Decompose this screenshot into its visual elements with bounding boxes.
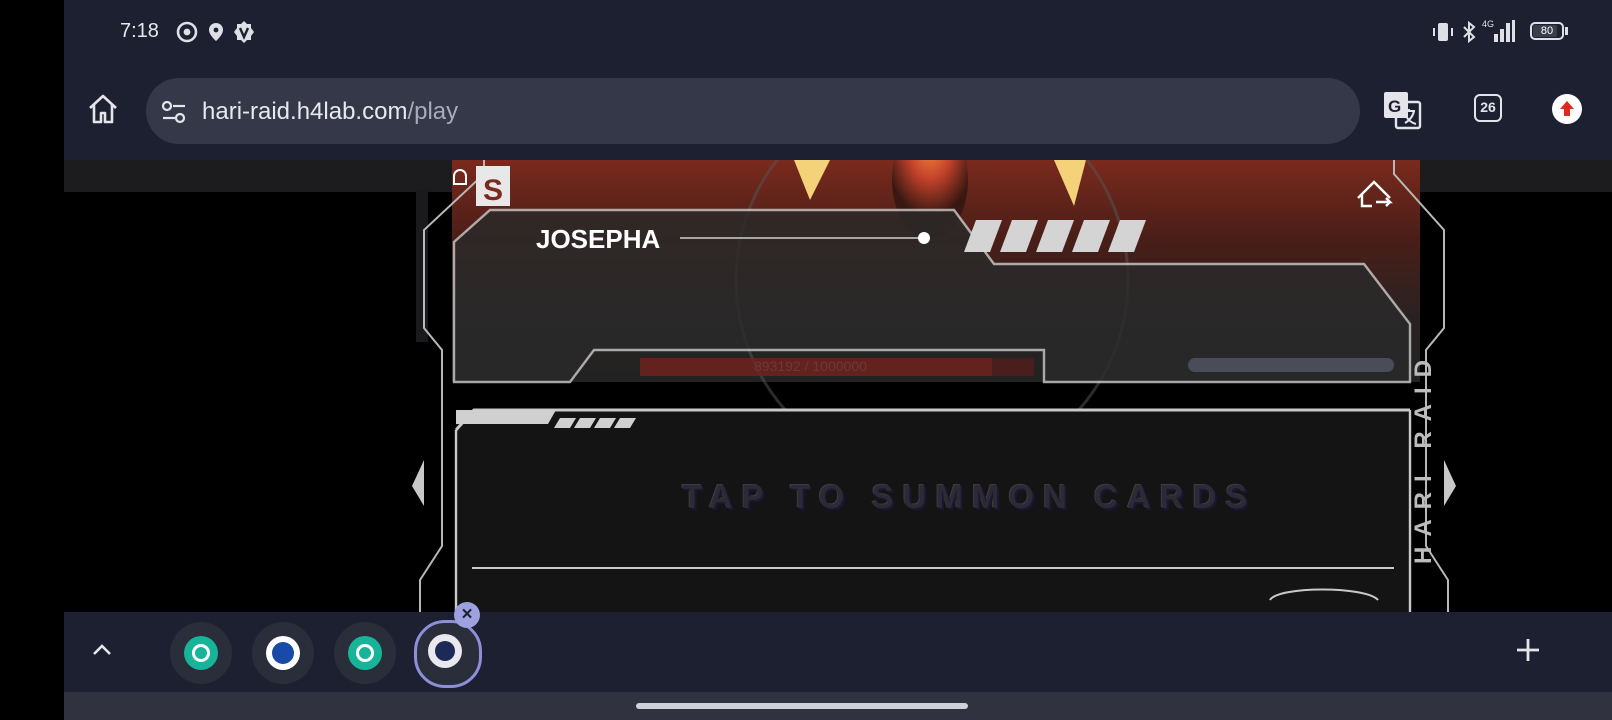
svg-text:G: G [1388, 97, 1401, 116]
battery-icon: 80 [1530, 22, 1564, 40]
site-settings-icon[interactable] [160, 98, 188, 126]
url-text[interactable]: hari-raid.h4lab.com/play [202, 98, 458, 126]
header-stripes [964, 220, 1146, 252]
v-badge-icon [234, 21, 254, 43]
close-tab-icon[interactable]: × [454, 602, 480, 628]
blue-globe-core [272, 642, 294, 664]
logo-letter: S [483, 174, 503, 207]
energy-bar [1188, 358, 1394, 372]
chatgpt-ring [356, 644, 374, 662]
battery-label: 80 [1540, 25, 1554, 37]
player-name: JOSEPHA [536, 224, 661, 254]
chrome-icon [176, 21, 198, 43]
boss-hp-text: 893192 / 1000000 [754, 358, 867, 374]
network-label: 4G [1482, 19, 1494, 29]
name-dot [918, 232, 930, 244]
new-tab-plus-icon[interactable] [1514, 636, 1542, 664]
chatgpt-ring [192, 644, 210, 662]
hari-raid-core [435, 641, 455, 661]
system-nav-bar [64, 692, 1612, 720]
expand-up-icon[interactable] [90, 638, 114, 662]
tab-item-4-active[interactable] [414, 620, 482, 688]
url-path: /play [407, 98, 459, 125]
battery-tip [1565, 27, 1568, 35]
status-time: 7:18 [120, 20, 159, 42]
home-icon[interactable] [86, 92, 120, 126]
brand-vertical-label: HARI RAID [1410, 350, 1437, 564]
tab-item-1[interactable] [170, 622, 232, 684]
summon-cards-button[interactable]: TAP TO SUMMON CARDS [682, 478, 1256, 516]
address-bar[interactable]: hari-raid.h4lab.com/play [146, 78, 1360, 144]
translate-icon[interactable]: G [1382, 90, 1422, 130]
tab-group-bar: × [64, 602, 1612, 692]
tab-switcher-icon[interactable]: 26 [1474, 94, 1502, 122]
url-host: hari-raid.h4lab.com [202, 98, 408, 125]
update-icon[interactable] [1551, 93, 1583, 125]
vibrate-icon [1433, 23, 1453, 41]
tab-item-3[interactable] [334, 622, 396, 684]
browser-toolbar: hari-raid.h4lab.com/play G 26 [64, 64, 1612, 160]
game-stage[interactable]: S [64, 160, 1612, 612]
bluetooth-icon [1463, 20, 1476, 44]
location-pin-icon [209, 23, 223, 41]
status-bar: 7:18 4G 80 [64, 0, 1612, 64]
home-gesture-handle[interactable] [636, 703, 968, 709]
signal-icon: 4G [1482, 19, 1515, 42]
tab-item-2[interactable] [252, 622, 314, 684]
web-content[interactable]: S JOSEPHA 893192 / 1000000 TAP TO SUMMON… [64, 160, 1612, 612]
